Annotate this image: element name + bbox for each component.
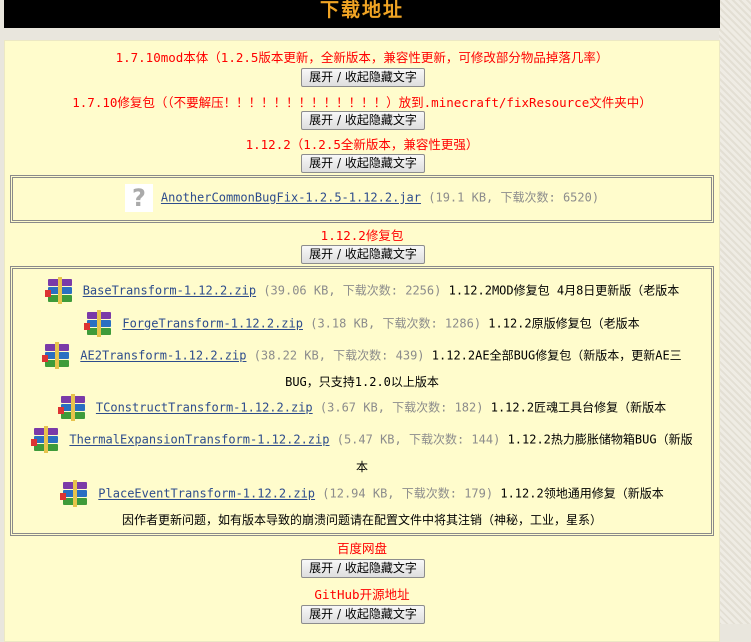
attachment-row: TConstructTransform-1.12.2.zip (3.67 KB,… — [13, 394, 711, 422]
attachment-note: 因作者更新问题，如有版本导致的崩溃问题请在配置文件中将其注销（神秘，工业，星系） — [121, 513, 602, 527]
attachment-box-1122: ? AnotherCommonBugFix-1.2.5-1.12.2.jar (1… — [10, 175, 714, 223]
attachment-meta: (12.94 KB, 下载次数: 179) — [322, 486, 494, 501]
section-title-github: GitHub开源地址 — [314, 587, 410, 602]
page-side-pattern — [719, 0, 751, 624]
section-title-1710-mod: 1.7.10mod本体（1.2.5版本更新，全新版本，兼容性更新，可修改部分物品… — [115, 50, 609, 65]
toggle-hidden-text-button-6[interactable]: 展开 / 收起隐藏文字 — [301, 605, 425, 624]
attachment-meta: (3.67 KB, 下载次数: 182) — [319, 400, 484, 415]
attachment-link[interactable]: ForgeTransform-1.12.2.zip — [122, 317, 303, 331]
rar-archive-icon — [44, 277, 75, 305]
rar-archive-icon — [57, 394, 88, 422]
attachment-row: ThermalExpansionTransform-1.12.2.zip (5.… — [13, 426, 711, 454]
attachment-row: ? AnotherCommonBugFix-1.2.5-1.12.2.jar (1… — [13, 184, 711, 212]
rar-archive-icon — [84, 310, 114, 338]
attachment-description: 1.12.2领地通用修复（新版本 — [500, 486, 664, 501]
attachment-meta: (3.18 KB, 下载次数: 1286) — [310, 316, 482, 331]
attachment-link[interactable]: AE2Transform-1.12.2.zip — [80, 349, 246, 363]
attachment-row: AE2Transform-1.12.2.zip (38.22 KB, 下载次数:… — [13, 342, 711, 370]
toggle-hidden-text-button-4[interactable]: 展开 / 收起隐藏文字 — [301, 245, 425, 264]
attachment-link[interactable]: AnotherCommonBugFix-1.2.5-1.12.2.jar — [161, 191, 421, 205]
attachment-description: 1.12.2匠魂工具台修复（新版本 — [490, 400, 667, 415]
attachment-meta: (5.47 KB, 下载次数: 144) — [336, 432, 501, 447]
attachment-description-continued: BUG，只支持1.2.0以上版本 — [285, 375, 439, 389]
rar-archive-icon — [60, 480, 90, 508]
attachment-row: ForgeTransform-1.12.2.zip (3.18 KB, 下载次数… — [13, 310, 711, 338]
attachment-description: 1.12.2原版修复包（老版本 — [488, 316, 640, 331]
attachment-meta: (39.06 KB, 下载次数: 2256) — [263, 283, 442, 298]
unknown-file-icon: ? — [124, 184, 153, 212]
toggle-hidden-text-button-5[interactable]: 展开 / 收起隐藏文字 — [301, 559, 425, 578]
toggle-hidden-text-button-3[interactable]: 展开 / 收起隐藏文字 — [301, 154, 425, 173]
rar-archive-icon — [42, 342, 72, 370]
section-title-1122: 1.12.2（1.2.5全新版本，兼容性更强） — [245, 137, 479, 152]
download-panel: 1.7.10mod本体（1.2.5版本更新，全新版本，兼容性更新，可修改部分物品… — [4, 40, 720, 642]
attachment-description: 1.12.2AE全部BUG修复包（新版本，更新AE三 — [431, 348, 682, 363]
attachment-meta: (38.22 KB, 下载次数: 439) — [253, 348, 425, 363]
attachment-box-1122-fix: BaseTransform-1.12.2.zip (39.06 KB, 下载次数… — [10, 266, 714, 536]
attachment-meta: (19.1 KB, 下载次数: 6520) — [428, 190, 600, 205]
section-title-baidu-pan: 百度网盘 — [336, 541, 387, 556]
attachment-link[interactable]: PlaceEventTransform-1.12.2.zip — [98, 487, 315, 501]
section-title-1710-fix: 1.7.10修复包（（不要解压！！！！！！！！！！！！！）放到.minecraf… — [72, 95, 652, 110]
attachment-link[interactable]: BaseTransform-1.12.2.zip — [83, 284, 256, 298]
toggle-hidden-text-button-2[interactable]: 展开 / 收起隐藏文字 — [301, 111, 425, 130]
attachment-description-continued: 本 — [355, 460, 368, 474]
toggle-hidden-text-button-1[interactable]: 展开 / 收起隐藏文字 — [301, 68, 425, 87]
rar-archive-icon — [31, 426, 61, 454]
section-title-1122-fix: 1.12.2修复包 — [320, 228, 404, 243]
attachment-link[interactable]: TConstructTransform-1.12.2.zip — [96, 401, 313, 415]
download-header: 下载地址 — [4, 0, 720, 28]
attachment-link[interactable]: ThermalExpansionTransform-1.12.2.zip — [69, 433, 329, 447]
attachment-row: PlaceEventTransform-1.12.2.zip (12.94 KB… — [13, 480, 711, 508]
attachment-row: BaseTransform-1.12.2.zip (39.06 KB, 下载次数… — [13, 277, 711, 305]
download-title: 下载地址 — [319, 0, 404, 21]
attachment-description: 1.12.2MOD修复包 4月8日更新版（老版本 — [448, 283, 680, 298]
attachment-description: 1.12.2热力膨胀储物箱BUG（新版 — [507, 432, 693, 447]
